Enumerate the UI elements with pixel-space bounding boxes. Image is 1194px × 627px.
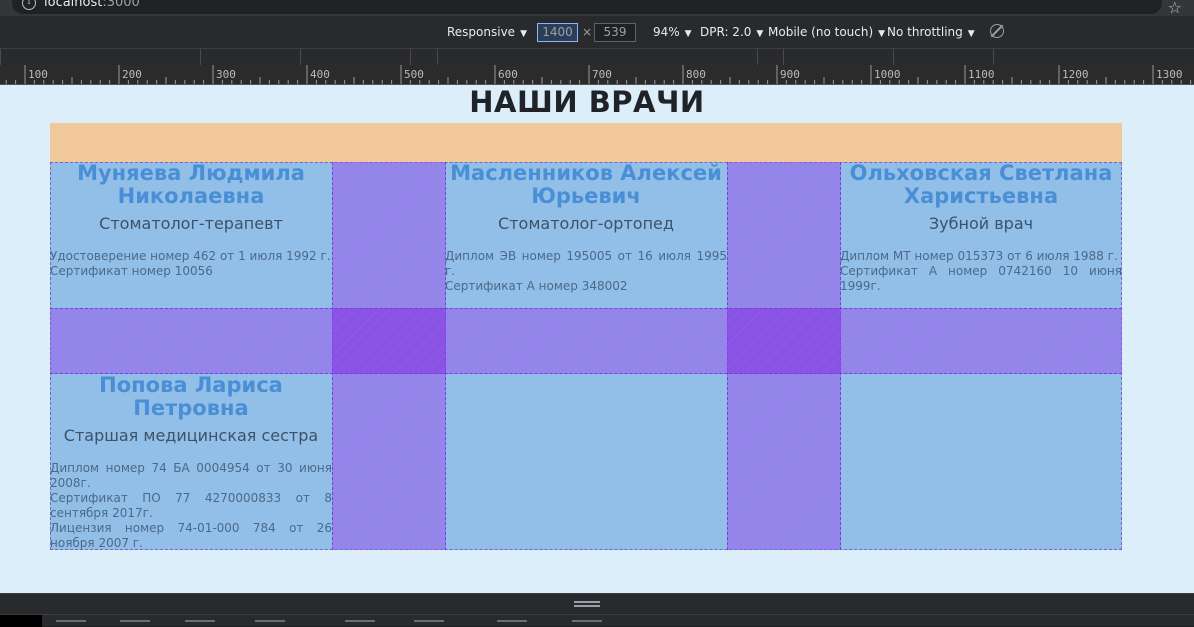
devtools-tab[interactable] (345, 620, 375, 622)
page-viewport: НАШИ ВРАЧИ Муняева Людмила Николаевна Ст… (0, 85, 1194, 593)
doctor-documents: Диплом ЭВ номер 195005 от 16 июля 1995 г… (445, 249, 727, 294)
grid-gap-intersection (727, 308, 841, 374)
device-mode-dropdown[interactable]: Responsive ▼ (447, 25, 527, 39)
ruler-label: 300 (216, 68, 236, 81)
chevron-down-icon: ▼ (967, 29, 975, 39)
devtools-tab[interactable] (185, 620, 215, 622)
document-line: Диплом ЭВ номер 195005 от 16 июля 1995 г… (445, 249, 727, 278)
ruler-label: 1300 (1156, 68, 1183, 81)
chevron-down-icon: ▼ (684, 29, 692, 39)
grid-gap-intersection (332, 308, 446, 374)
devtools-tab[interactable] (255, 620, 285, 622)
bookmark-star-icon[interactable]: ☆ (1168, 0, 1182, 17)
ruler-label: 900 (780, 68, 800, 81)
ruler-label: 400 (310, 68, 330, 81)
doctor-name: Муняева Людмила Николаевна (77, 162, 305, 208)
devtools-tab[interactable] (120, 620, 150, 622)
viewport-height-input[interactable]: 539 (594, 23, 636, 42)
browser-address-bar: i localhost:3000 ☆ (0, 0, 1194, 17)
chevron-down-icon: ▼ (756, 29, 764, 39)
device-toolbar: Responsive ▼ 1400 × 539 94% ▼ DPR: 2.0 ▼ Mo… (0, 16, 1194, 48)
url-text: localhost:3000 (44, 0, 140, 10)
devtools-tab[interactable] (497, 620, 527, 622)
devtools-tabs (0, 614, 1194, 627)
devtools-tab[interactable] (414, 620, 444, 622)
viewport-ruler: 100 200 300 400 500 600 700 800 900 1000 1100 1200 1… (0, 65, 1194, 85)
ruler-label: 600 (498, 68, 518, 81)
ruler-label: 1100 (968, 68, 995, 81)
document-line: Лицензия номер 74-01-000 784 от 26 ноябр… (50, 521, 332, 550)
doctor-name: Ольховская Светлана Харистьевна (849, 162, 1113, 208)
ruler-label: 700 (592, 68, 612, 81)
url-field[interactable]: i localhost:3000 (12, 0, 1162, 14)
document-line: Сертификат А номер 0742160 10 июня 1999г… (840, 264, 1122, 293)
devtools-tab[interactable] (56, 620, 86, 622)
doctor-card: Ольховская Светлана Харистьевна Зубной в… (840, 162, 1122, 294)
doctor-name: Попова Лариса Петровна (99, 374, 283, 420)
dimension-separator: × (582, 25, 593, 39)
media-query-bar[interactable] (0, 48, 1194, 65)
document-line: Сертификат ПО 77 4270000833 от 8 сентябр… (50, 491, 332, 520)
doctor-role: Стоматолог-терапевт (99, 214, 283, 233)
doctor-documents: Диплом номер 74 БА 0004954 от 30 июня 20… (50, 461, 332, 551)
viewport-width-input[interactable]: 1400 (537, 23, 578, 42)
ruler-label: 800 (686, 68, 706, 81)
document-line: Диплом номер 74 БА 0004954 от 30 июня 20… (50, 461, 332, 490)
devtools-panel (0, 593, 1194, 627)
doctor-name: Масленников Алексей Юрьевич (450, 162, 722, 208)
doctor-role: Старшая медицинская сестра (63, 426, 319, 445)
document-line: Сертификат номер 10056 (50, 264, 213, 278)
ruler-label: 1000 (874, 68, 901, 81)
doctor-role: Зубной врач (928, 214, 1034, 233)
devtools-tab[interactable] (572, 620, 602, 622)
device-type-dropdown[interactable]: Mobile (no touch) ▼ (768, 25, 885, 39)
doctor-card: Масленников Алексей Юрьевич Стоматолог-о… (445, 162, 727, 294)
doctor-documents: Диплом МТ номер 015373 от 6 июля 1988 г.… (840, 249, 1122, 294)
ruler-label: 500 (404, 68, 424, 81)
doctor-card: Попова Лариса Петровна Старшая медицинск… (50, 374, 332, 551)
page-title: НАШИ ВРАЧИ (469, 85, 705, 119)
doctor-role: Стоматолог-ортопед (498, 214, 674, 233)
document-line: Сертификат А номер 348002 (445, 279, 628, 293)
chevron-down-icon: ▼ (878, 29, 886, 39)
ruler-label: 200 (122, 68, 142, 81)
ruler-label: 100 (28, 68, 48, 81)
panel-resize-handle[interactable] (574, 601, 600, 607)
section-header-band (50, 123, 1122, 162)
site-info-icon[interactable]: i (22, 0, 36, 10)
devtools-tab-selected[interactable] (0, 615, 42, 627)
ruler-label: 1200 (1062, 68, 1089, 81)
rotate-icon[interactable] (990, 24, 1004, 38)
zoom-dropdown[interactable]: 94% ▼ (653, 25, 692, 39)
doctor-card: Муняева Людмила Николаевна Стоматолог-те… (50, 162, 332, 279)
chevron-down-icon: ▼ (520, 29, 527, 39)
document-line: Удостоверение номер 462 от 1 июля 1992 г… (50, 249, 331, 263)
throttling-dropdown[interactable]: No throttling ▼ (887, 25, 975, 39)
document-line: Диплом МТ номер 015373 от 6 июля 1988 г. (840, 249, 1118, 263)
dpr-dropdown[interactable]: DPR: 2.0 ▼ (700, 25, 763, 39)
doctor-documents: Удостоверение номер 462 от 1 июля 1992 г… (50, 249, 332, 279)
grid-row-gap-overlay (50, 308, 1122, 374)
